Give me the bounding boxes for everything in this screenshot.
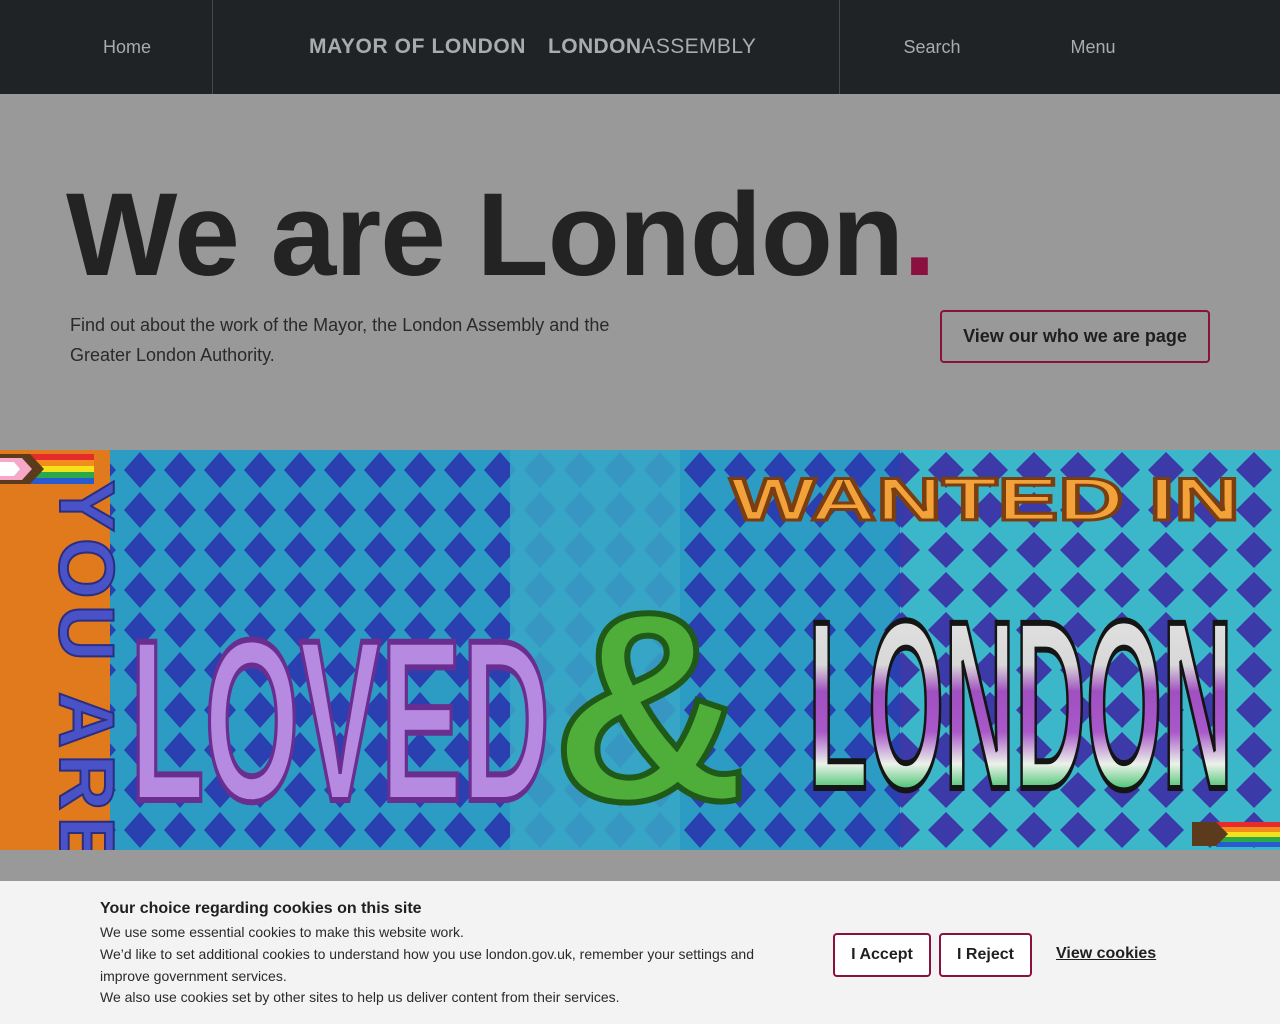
cookie-text-additional: We’d like to set additional cookies to u… xyxy=(100,946,754,984)
page-title-dot: . xyxy=(903,169,936,301)
mural-text-loved: LOVED xyxy=(130,592,550,849)
who-we-are-button[interactable]: View our who we are page xyxy=(940,310,1210,363)
hero-mural-image: YOU ARE LOVED & WANTED IN LONDON xyxy=(0,450,1280,850)
view-cookies-link[interactable]: View cookies xyxy=(1056,945,1156,963)
london-assembly-logo[interactable]: LONDONASSEMBLY xyxy=(548,33,756,61)
site-header: Home MAYOR OF LONDON LONDONASSEMBLY Sear… xyxy=(0,0,1280,94)
cookie-banner-title: Your choice regarding cookies on this si… xyxy=(100,900,422,917)
mural-text-you-are: YOU ARE xyxy=(43,480,131,850)
cookie-text-third-party: We also use cookies set by other sites t… xyxy=(100,989,620,1005)
accept-cookies-button[interactable]: I Accept xyxy=(833,933,931,977)
hero-description: Find out about the work of the Mayor, th… xyxy=(70,315,610,365)
cookie-text-essential: We use some essential cookies to make th… xyxy=(100,924,464,940)
mural-text-ampersand: & xyxy=(552,557,747,850)
page-title-text: We are London xyxy=(66,169,904,301)
mural-text-wanted-in: WANTED IN xyxy=(730,466,1240,533)
mayor-of-london-logo[interactable]: MAYOR OF LONDON xyxy=(309,33,526,61)
cookie-banner: Your choice regarding cookies on this si… xyxy=(0,881,1280,1024)
header-divider xyxy=(212,0,213,94)
mural-text-london: LONDON xyxy=(808,571,1233,839)
page-title: We are London. xyxy=(66,169,936,301)
search-button[interactable]: Search xyxy=(872,0,992,94)
logo-assembly-bold: LONDON xyxy=(548,35,642,58)
nav-home-link[interactable]: Home xyxy=(42,0,212,94)
menu-button[interactable]: Menu xyxy=(1032,0,1154,94)
logo-assembly-light: ASSEMBLY xyxy=(641,35,757,58)
header-divider xyxy=(839,0,840,94)
mural-svg: YOU ARE LOVED & WANTED IN LONDON xyxy=(0,450,1280,850)
reject-cookies-button[interactable]: I Reject xyxy=(939,933,1032,977)
